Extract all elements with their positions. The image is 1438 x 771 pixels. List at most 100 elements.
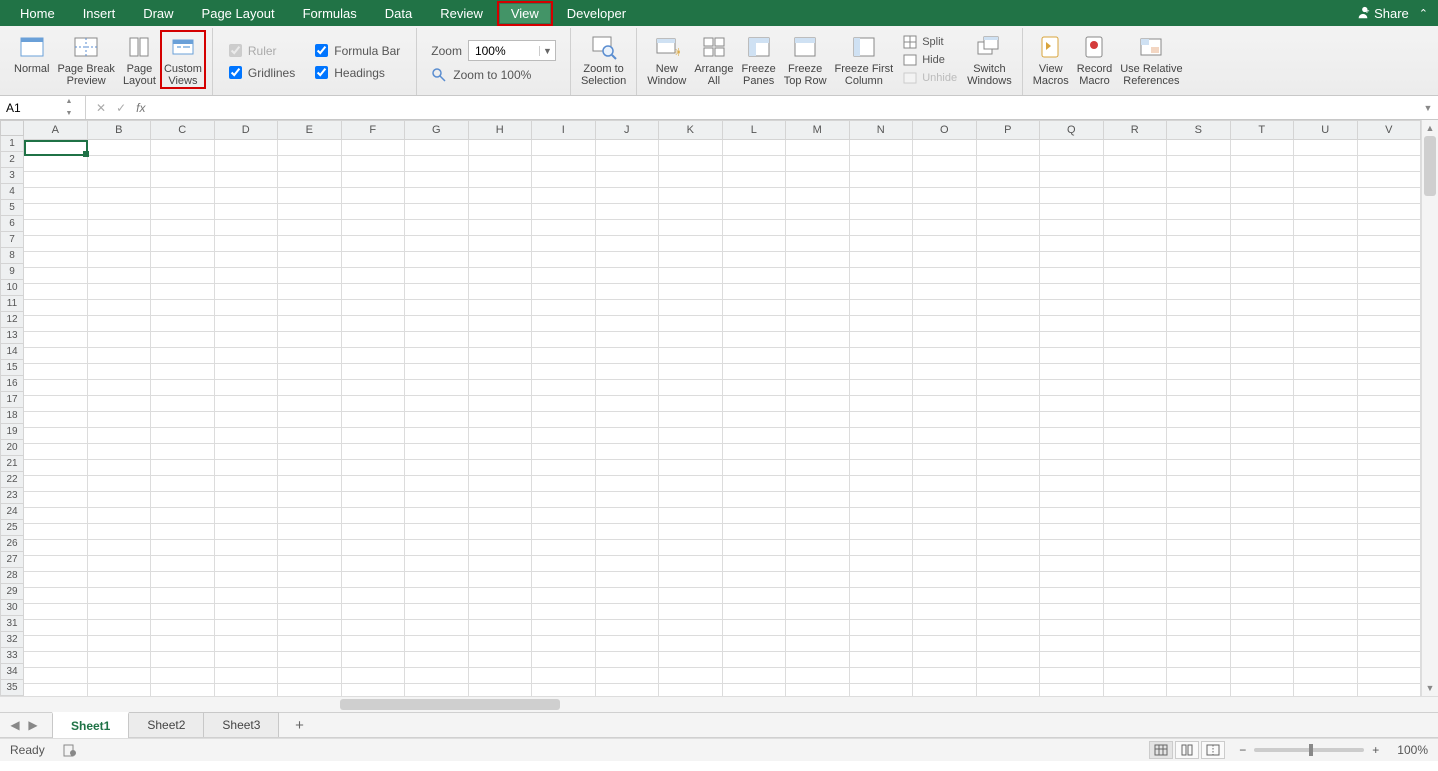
cell[interactable] [215,316,279,332]
menu-tab-view[interactable]: View [497,1,553,26]
column-header[interactable]: K [659,120,723,140]
cell[interactable] [596,284,660,300]
cell[interactable] [1231,492,1295,508]
row-header[interactable]: 1 [0,136,24,152]
cell[interactable] [278,668,342,684]
cell[interactable] [1358,636,1422,652]
cell[interactable] [88,364,152,380]
cell[interactable] [532,220,596,236]
cancel-formula-icon[interactable]: ✕ [96,101,106,115]
cell[interactable] [913,524,977,540]
cell[interactable] [723,156,787,172]
cell[interactable] [596,188,660,204]
cell[interactable] [786,684,850,696]
zoom-to-selection-button[interactable]: Zoom toSelection [577,30,630,89]
cell[interactable] [659,140,723,156]
cell[interactable] [1294,652,1358,668]
horizontal-scrollbar[interactable] [0,696,1438,712]
cell[interactable] [913,460,977,476]
cell[interactable] [659,332,723,348]
cell[interactable] [215,220,279,236]
cell[interactable] [151,588,215,604]
zoom-dropdown-icon[interactable]: ▼ [539,46,555,56]
cell[interactable] [1231,252,1295,268]
cell[interactable] [1231,220,1295,236]
cell[interactable] [977,492,1041,508]
menu-tab-home[interactable]: Home [6,1,69,26]
cell[interactable] [596,556,660,572]
cell[interactable] [532,540,596,556]
cell[interactable] [1104,156,1168,172]
sheet-tab[interactable]: Sheet1 [52,712,129,738]
cell[interactable] [532,252,596,268]
cell[interactable] [596,572,660,588]
cell[interactable] [469,140,533,156]
cell[interactable] [532,652,596,668]
cell[interactable] [596,684,660,696]
cell[interactable] [24,588,88,604]
cell[interactable] [1358,412,1422,428]
cell[interactable] [278,284,342,300]
row-header[interactable]: 22 [0,472,24,488]
cell[interactable] [215,236,279,252]
cell[interactable] [786,252,850,268]
cell[interactable] [24,668,88,684]
cell[interactable] [215,684,279,696]
cell[interactable] [913,380,977,396]
cell[interactable] [278,588,342,604]
cell[interactable] [1040,140,1104,156]
cell[interactable] [215,188,279,204]
cell[interactable] [1358,188,1422,204]
cell[interactable] [1167,284,1231,300]
cell[interactable] [88,156,152,172]
cell[interactable] [977,412,1041,428]
expand-formula-bar-icon[interactable]: ▼ [1418,103,1438,113]
cell[interactable] [469,396,533,412]
cell[interactable] [88,684,152,696]
cell[interactable] [1167,524,1231,540]
cell[interactable] [977,300,1041,316]
cell[interactable] [1040,236,1104,252]
cell[interactable] [151,428,215,444]
cell[interactable] [723,236,787,252]
cell[interactable] [278,652,342,668]
cell[interactable] [151,652,215,668]
cell[interactable] [405,524,469,540]
record-macro-button[interactable]: RecordMacro [1073,30,1116,89]
cell[interactable] [151,508,215,524]
cell[interactable] [215,252,279,268]
cell[interactable] [215,668,279,684]
cell[interactable] [913,428,977,444]
cell[interactable] [1167,444,1231,460]
cell[interactable] [532,444,596,460]
cell[interactable] [913,252,977,268]
cell[interactable] [596,412,660,428]
name-box-input[interactable] [0,96,62,119]
cell[interactable] [88,588,152,604]
cell[interactable] [151,236,215,252]
cell[interactable] [405,572,469,588]
cell[interactable] [24,540,88,556]
row-header[interactable]: 29 [0,584,24,600]
cell[interactable] [342,332,406,348]
cell[interactable] [977,540,1041,556]
cell[interactable] [342,492,406,508]
cell[interactable] [596,428,660,444]
cell[interactable] [1167,316,1231,332]
cell[interactable] [659,572,723,588]
cell[interactable] [786,300,850,316]
cell[interactable] [1294,620,1358,636]
cell[interactable] [659,252,723,268]
cell[interactable] [342,316,406,332]
cell[interactable] [850,204,914,220]
cell[interactable] [977,556,1041,572]
cell[interactable] [532,620,596,636]
cell[interactable] [659,284,723,300]
cell[interactable] [1104,604,1168,620]
cell[interactable] [1040,572,1104,588]
cell[interactable] [977,604,1041,620]
cell[interactable] [469,252,533,268]
cell[interactable] [850,444,914,460]
cell[interactable] [88,252,152,268]
cell[interactable] [24,572,88,588]
